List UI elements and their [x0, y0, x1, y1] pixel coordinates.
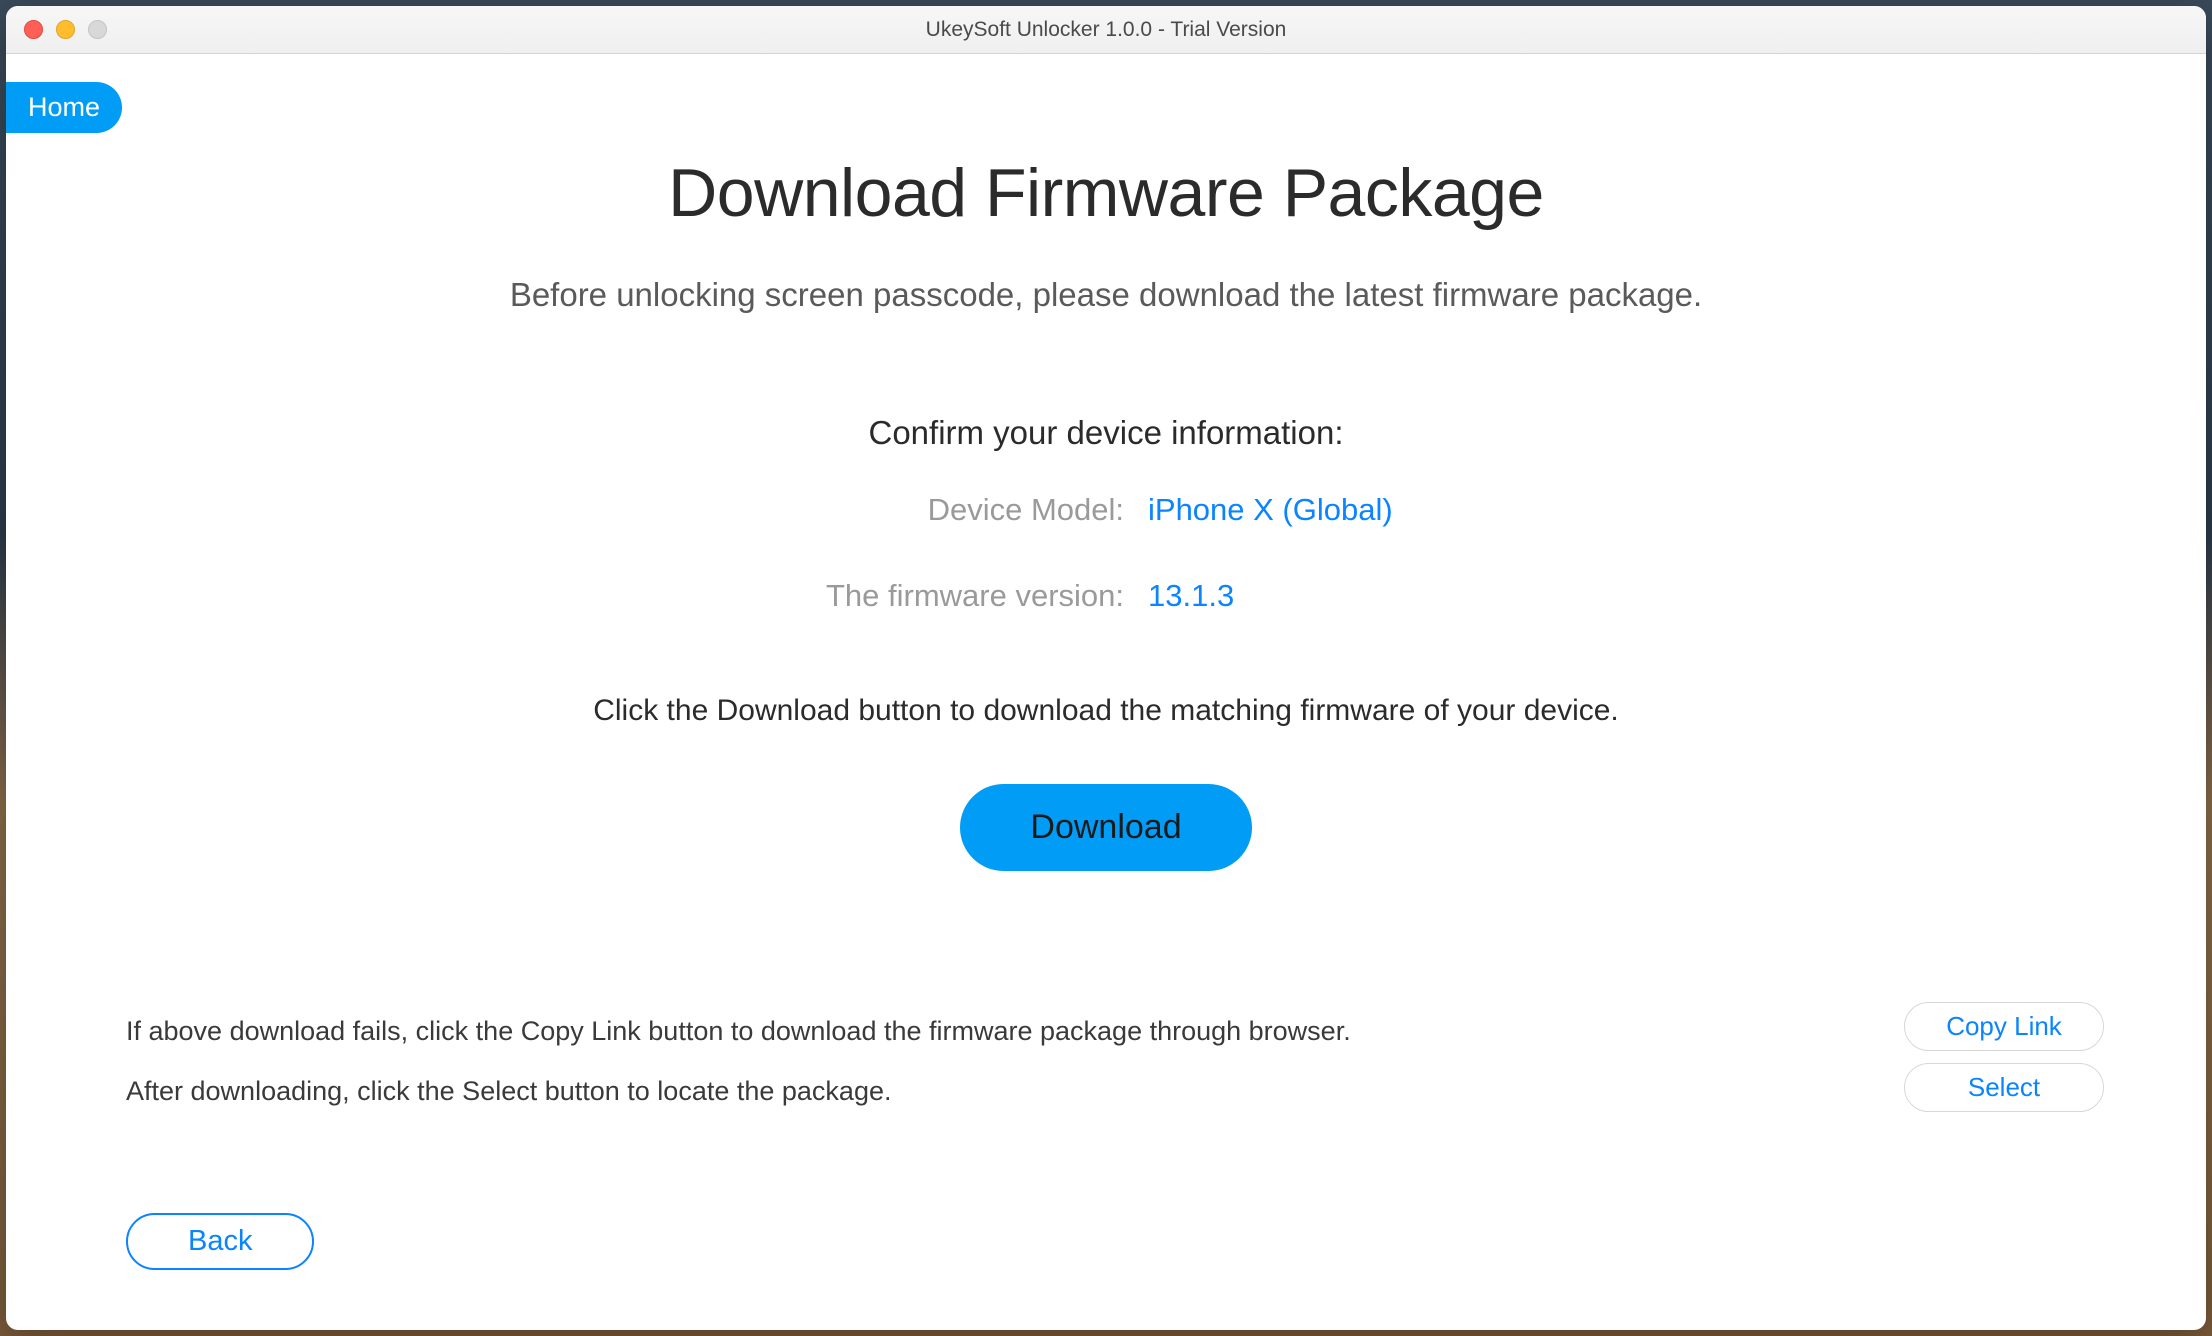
content-area: Home Download Firmware Package Before un… [6, 54, 2206, 1330]
traffic-lights [6, 20, 107, 39]
download-instruction: Click the Download button to download th… [6, 694, 2206, 728]
page-title: Download Firmware Package [6, 154, 2206, 232]
home-button[interactable]: Home [6, 82, 122, 133]
confirm-heading: Confirm your device information: [6, 414, 2206, 452]
main-panel: Download Firmware Package Before unlocki… [6, 54, 2206, 871]
help-line-1: If above download fails, click the Copy … [126, 1002, 1351, 1061]
device-info: Device Model: iPhone X (Global) The firm… [6, 452, 2206, 614]
device-model-value[interactable]: iPhone X (Global) [1148, 492, 1448, 528]
firmware-version-value[interactable]: 13.1.3 [1148, 578, 1448, 614]
firmware-version-label: The firmware version: [764, 578, 1124, 614]
help-text: If above download fails, click the Copy … [126, 1002, 1351, 1121]
bottom-section: If above download fails, click the Copy … [6, 1002, 2206, 1330]
device-model-label: Device Model: [764, 492, 1124, 528]
device-model-row: Device Model: iPhone X (Global) [764, 492, 1448, 528]
firmware-version-row: The firmware version: 13.1.3 [764, 578, 1448, 614]
download-button[interactable]: Download [960, 784, 1251, 871]
maximize-icon [88, 20, 107, 39]
back-button[interactable]: Back [126, 1213, 314, 1270]
close-icon[interactable] [24, 20, 43, 39]
window-title: UkeySoft Unlocker 1.0.0 - Trial Version [926, 18, 1287, 42]
help-row: If above download fails, click the Copy … [126, 1002, 2086, 1121]
help-line-2: After downloading, click the Select butt… [126, 1062, 1351, 1121]
copy-link-button[interactable]: Copy Link [1904, 1002, 2104, 1051]
titlebar: UkeySoft Unlocker 1.0.0 - Trial Version [6, 6, 2206, 54]
select-button[interactable]: Select [1904, 1063, 2104, 1112]
page-subtitle: Before unlocking screen passcode, please… [6, 276, 2206, 314]
minimize-icon[interactable] [56, 20, 75, 39]
app-window: UkeySoft Unlocker 1.0.0 - Trial Version … [6, 6, 2206, 1330]
side-buttons: Copy Link Select [1904, 1002, 2104, 1112]
